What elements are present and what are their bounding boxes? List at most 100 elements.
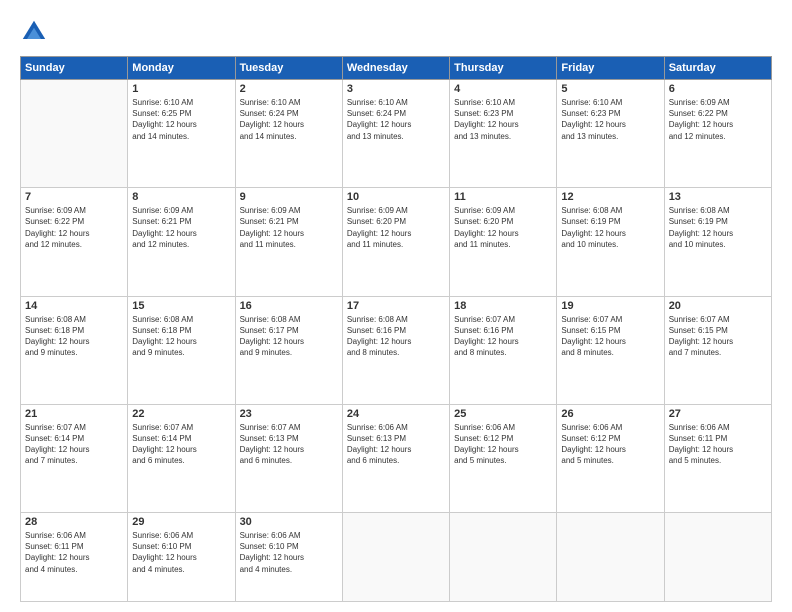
table-row: 7 Sunrise: 6:09 AMSunset: 6:22 PMDaylight… <box>21 188 128 296</box>
day-number: 14 <box>25 300 123 312</box>
day-number: 23 <box>240 408 338 420</box>
table-row: 18Sunrise: 6:07 AMSunset: 6:16 PMDayligh… <box>450 296 557 404</box>
day-info: Sunrise: 6:08 AMSunset: 6:18 PMDaylight:… <box>25 314 123 359</box>
day-number: 19 <box>561 300 659 312</box>
calendar-body: 1 Sunrise: 6:10 AMSunset: 6:25 PMDaylight… <box>21 80 772 602</box>
day-info: Sunrise: 6:09 AMSunset: 6:22 PMDaylight:… <box>669 97 767 142</box>
table-row: 13 Sunrise: 6:08 AMSunset: 6:19 PMDayligh… <box>664 188 771 296</box>
table-row: 20 Sunrise: 6:07 AMSunset: 6:15 PMDayligh… <box>664 296 771 404</box>
day-info: Sunrise: 6:09 AMSunset: 6:22 PMDaylight:… <box>25 205 123 250</box>
day-number: 6 <box>669 83 767 95</box>
table-row: 15 Sunrise: 6:08 AMSunset: 6:18 PMDayligh… <box>128 296 235 404</box>
day-info: Sunrise: 6:08 AMSunset: 6:17 PMDaylight:… <box>240 314 338 359</box>
day-number: 26 <box>561 408 659 420</box>
day-info: Sunrise: 6:07 AMSunset: 6:15 PMDaylight:… <box>669 314 767 359</box>
header-saturday: Saturday <box>664 57 771 80</box>
day-number: 2 <box>240 83 338 95</box>
day-number: 12 <box>561 191 659 203</box>
header-tuesday: Tuesday <box>235 57 342 80</box>
day-info: Sunrise: 6:06 AMSunset: 6:12 PMDaylight:… <box>454 422 552 467</box>
header <box>20 18 772 46</box>
logo-icon <box>20 18 48 46</box>
header-thursday: Thursday <box>450 57 557 80</box>
table-row: 3 Sunrise: 6:10 AMSunset: 6:24 PMDaylight… <box>342 80 449 188</box>
logo <box>20 18 52 46</box>
day-info: Sunrise: 6:09 AMSunset: 6:20 PMDaylight:… <box>347 205 445 250</box>
day-info: Sunrise: 6:10 AMSunset: 6:25 PMDaylight:… <box>132 97 230 142</box>
header-friday: Friday <box>557 57 664 80</box>
table-row: 5 Sunrise: 6:10 AMSunset: 6:23 PMDaylight… <box>557 80 664 188</box>
header-sunday: Sunday <box>21 57 128 80</box>
day-info: Sunrise: 6:06 AMSunset: 6:10 PMDaylight:… <box>132 530 230 575</box>
day-number: 7 <box>25 191 123 203</box>
day-info: Sunrise: 6:08 AMSunset: 6:19 PMDaylight:… <box>561 205 659 250</box>
day-number: 3 <box>347 83 445 95</box>
table-row: 21Sunrise: 6:07 AMSunset: 6:14 PMDayligh… <box>21 404 128 512</box>
table-row: 27Sunrise: 6:06 AMSunset: 6:11 PMDayligh… <box>664 404 771 512</box>
day-info: Sunrise: 6:07 AMSunset: 6:13 PMDaylight:… <box>240 422 338 467</box>
day-info: Sunrise: 6:08 AMSunset: 6:16 PMDaylight:… <box>347 314 445 359</box>
table-row <box>557 513 664 602</box>
table-row: 11 Sunrise: 6:09 AMSunset: 6:20 PMDayligh… <box>450 188 557 296</box>
day-number: 20 <box>669 300 767 312</box>
day-number: 17 <box>347 300 445 312</box>
day-info: Sunrise: 6:10 AMSunset: 6:24 PMDaylight:… <box>240 97 338 142</box>
day-number: 4 <box>454 83 552 95</box>
day-info: Sunrise: 6:09 AMSunset: 6:21 PMDaylight:… <box>240 205 338 250</box>
table-row: 25 Sunrise: 6:06 AMSunset: 6:12 PMDayligh… <box>450 404 557 512</box>
day-number: 28 <box>25 516 123 528</box>
day-number: 15 <box>132 300 230 312</box>
day-info: Sunrise: 6:06 AMSunset: 6:12 PMDaylight:… <box>561 422 659 467</box>
table-row <box>450 513 557 602</box>
day-number: 30 <box>240 516 338 528</box>
table-row: 14 Sunrise: 6:08 AMSunset: 6:18 PMDayligh… <box>21 296 128 404</box>
table-row: 24 Sunrise: 6:06 AMSunset: 6:13 PMDayligh… <box>342 404 449 512</box>
table-row: 28 Sunrise: 6:06 AMSunset: 6:11 PMDayligh… <box>21 513 128 602</box>
day-number: 24 <box>347 408 445 420</box>
table-row: 2 Sunrise: 6:10 AMSunset: 6:24 PMDaylight… <box>235 80 342 188</box>
day-info: Sunrise: 6:09 AMSunset: 6:20 PMDaylight:… <box>454 205 552 250</box>
day-number: 1 <box>132 83 230 95</box>
table-row <box>21 80 128 188</box>
table-row: 4 Sunrise: 6:10 AMSunset: 6:23 PMDaylight… <box>450 80 557 188</box>
calendar: Sunday Monday Tuesday Wednesday Thursday… <box>20 56 772 602</box>
day-info: Sunrise: 6:10 AMSunset: 6:23 PMDaylight:… <box>454 97 552 142</box>
table-row: 9 Sunrise: 6:09 AMSunset: 6:21 PMDaylight… <box>235 188 342 296</box>
header-wednesday: Wednesday <box>342 57 449 80</box>
day-info: Sunrise: 6:08 AMSunset: 6:18 PMDaylight:… <box>132 314 230 359</box>
day-number: 18 <box>454 300 552 312</box>
day-number: 11 <box>454 191 552 203</box>
day-info: Sunrise: 6:06 AMSunset: 6:13 PMDaylight:… <box>347 422 445 467</box>
day-number: 29 <box>132 516 230 528</box>
day-info: Sunrise: 6:10 AMSunset: 6:23 PMDaylight:… <box>561 97 659 142</box>
day-number: 25 <box>454 408 552 420</box>
day-info: Sunrise: 6:07 AMSunset: 6:14 PMDaylight:… <box>25 422 123 467</box>
day-number: 5 <box>561 83 659 95</box>
table-row: 29 Sunrise: 6:06 AMSunset: 6:10 PMDayligh… <box>128 513 235 602</box>
table-row: 16Sunrise: 6:08 AMSunset: 6:17 PMDayligh… <box>235 296 342 404</box>
day-info: Sunrise: 6:07 AMSunset: 6:14 PMDaylight:… <box>132 422 230 467</box>
day-number: 27 <box>669 408 767 420</box>
day-info: Sunrise: 6:09 AMSunset: 6:21 PMDaylight:… <box>132 205 230 250</box>
table-row: 17 Sunrise: 6:08 AMSunset: 6:16 PMDayligh… <box>342 296 449 404</box>
day-info: Sunrise: 6:06 AMSunset: 6:10 PMDaylight:… <box>240 530 338 575</box>
table-row: 1 Sunrise: 6:10 AMSunset: 6:25 PMDaylight… <box>128 80 235 188</box>
table-row: 19Sunrise: 6:07 AMSunset: 6:15 PMDayligh… <box>557 296 664 404</box>
table-row: 12 Sunrise: 6:08 AMSunset: 6:19 PMDayligh… <box>557 188 664 296</box>
day-number: 22 <box>132 408 230 420</box>
table-row: 23 Sunrise: 6:07 AMSunset: 6:13 PMDayligh… <box>235 404 342 512</box>
weekday-header-row: Sunday Monday Tuesday Wednesday Thursday… <box>21 57 772 80</box>
day-info: Sunrise: 6:06 AMSunset: 6:11 PMDaylight:… <box>25 530 123 575</box>
day-info: Sunrise: 6:08 AMSunset: 6:19 PMDaylight:… <box>669 205 767 250</box>
table-row <box>664 513 771 602</box>
table-row <box>342 513 449 602</box>
day-number: 9 <box>240 191 338 203</box>
table-row: 30 Sunrise: 6:06 AMSunset: 6:10 PMDayligh… <box>235 513 342 602</box>
header-monday: Monday <box>128 57 235 80</box>
table-row: 10 Sunrise: 6:09 AMSunset: 6:20 PMDayligh… <box>342 188 449 296</box>
table-row: 26 Sunrise: 6:06 AMSunset: 6:12 PMDayligh… <box>557 404 664 512</box>
table-row: 22 Sunrise: 6:07 AMSunset: 6:14 PMDayligh… <box>128 404 235 512</box>
day-number: 10 <box>347 191 445 203</box>
day-number: 13 <box>669 191 767 203</box>
day-info: Sunrise: 6:10 AMSunset: 6:24 PMDaylight:… <box>347 97 445 142</box>
